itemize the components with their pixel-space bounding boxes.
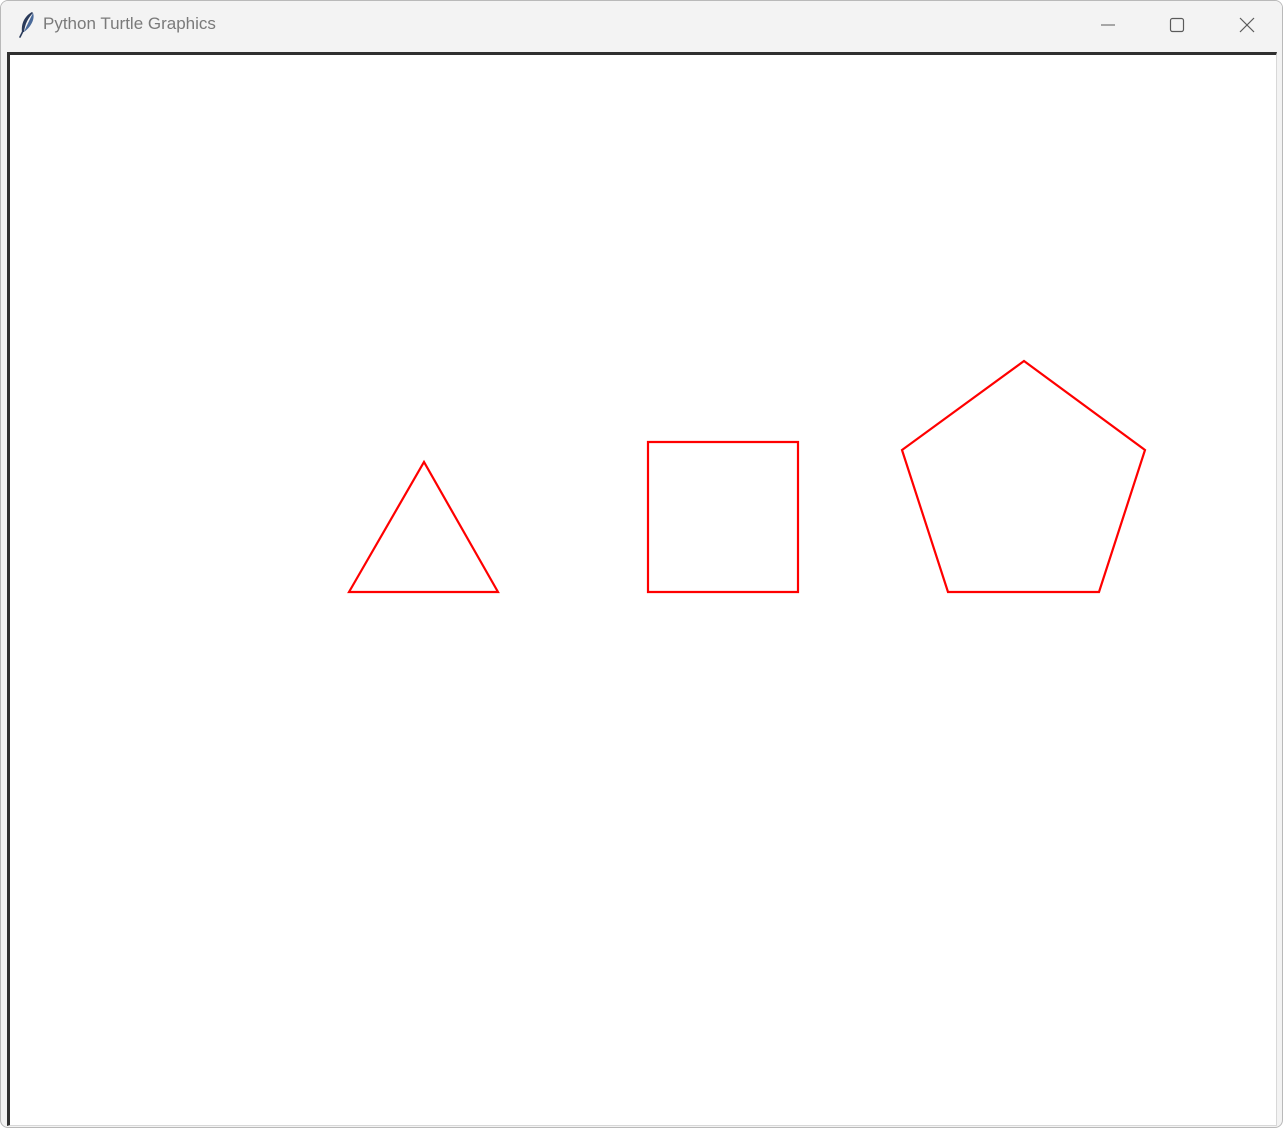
- minimize-button[interactable]: [1073, 1, 1143, 48]
- turtle-canvas[interactable]: [7, 52, 1277, 1126]
- square-shape: [646, 440, 800, 594]
- pentagon-shape: [900, 359, 1147, 594]
- close-button[interactable]: [1212, 1, 1282, 48]
- maximize-button[interactable]: [1142, 1, 1212, 48]
- window-title: Python Turtle Graphics: [43, 14, 216, 33]
- maximize-icon: [1169, 17, 1185, 33]
- drawing-surface: [347, 359, 1147, 594]
- minimize-icon: [1100, 17, 1116, 33]
- close-icon: [1239, 17, 1255, 33]
- triangle-shape: [347, 459, 500, 594]
- title-bar[interactable]: Python Turtle Graphics: [1, 1, 1282, 48]
- turtle-window: Python Turtle Graphics: [0, 0, 1283, 1128]
- feather-icon: [16, 10, 38, 38]
